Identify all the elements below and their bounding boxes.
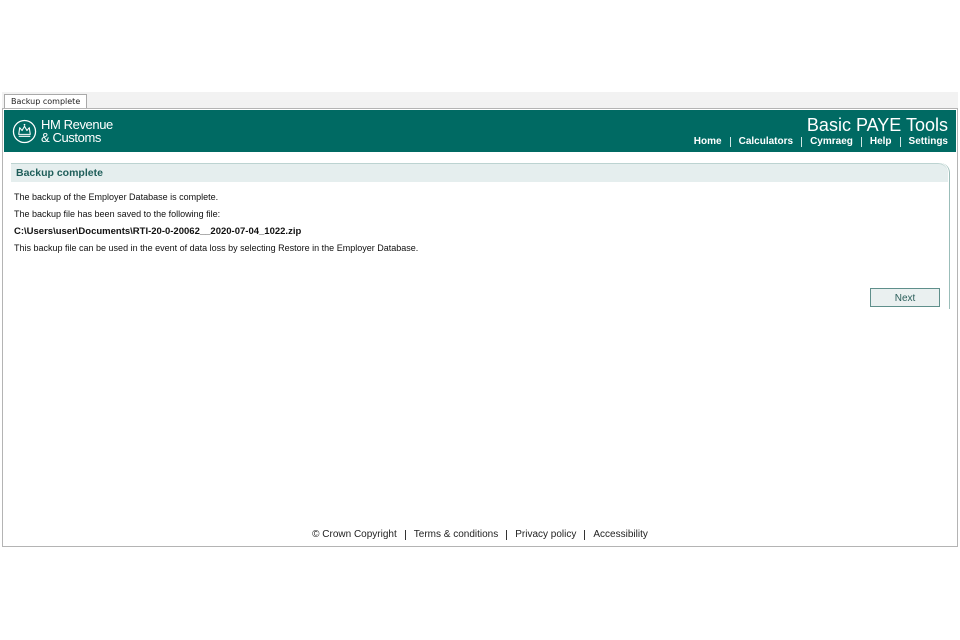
- backup-file-path: C:\Users\user\Documents\RTI-20-0-20062__…: [14, 226, 302, 237]
- backup-saved-message: The backup file has been saved to the fo…: [14, 209, 221, 219]
- nav-cymraeg[interactable]: Cymraeg: [810, 136, 853, 148]
- top-navigation: Home Calculators Cymraeg Help Settings: [694, 136, 948, 148]
- hmrc-logo: HM Revenue & Customs: [12, 117, 113, 145]
- crown-crest-icon: [12, 119, 37, 143]
- panel-title: Backup complete: [16, 167, 103, 179]
- nav-separator: [801, 137, 803, 147]
- tab-strip: Backup complete: [2, 92, 958, 109]
- backup-complete-panel: Backup complete The backup of the Employ…: [11, 163, 950, 309]
- nav-home[interactable]: Home: [694, 136, 722, 148]
- nav-settings[interactable]: Settings: [909, 136, 948, 148]
- app-window: Backup complete HM Revenue & Customs Bas…: [2, 92, 958, 547]
- tab-backup-complete[interactable]: Backup complete: [4, 94, 88, 109]
- header-banner: HM Revenue & Customs Basic PAYE Tools Ho…: [4, 110, 956, 152]
- next-button[interactable]: Next: [870, 288, 940, 307]
- nav-separator: [729, 137, 731, 147]
- restore-info-message: This backup file can be used in the even…: [14, 243, 419, 253]
- terms-conditions-link[interactable]: Terms & conditions: [414, 529, 498, 540]
- nav-calculators[interactable]: Calculators: [739, 136, 793, 148]
- nav-help[interactable]: Help: [870, 136, 892, 148]
- crown-copyright-link[interactable]: © Crown Copyright: [312, 529, 397, 540]
- accessibility-link[interactable]: Accessibility: [593, 529, 647, 540]
- footer-separator: [404, 529, 406, 540]
- panel-body: The backup of the Employer Database is c…: [14, 191, 934, 259]
- nav-separator: [860, 137, 862, 147]
- panel-header: Backup complete: [11, 163, 948, 182]
- privacy-policy-link[interactable]: Privacy policy: [515, 529, 576, 540]
- footer-separator: [584, 529, 586, 540]
- footer-separator: [506, 529, 508, 540]
- app-title: Basic PAYE Tools: [806, 115, 948, 135]
- backup-complete-message: The backup of the Employer Database is c…: [14, 192, 219, 202]
- nav-separator: [899, 137, 901, 147]
- content-frame: HM Revenue & Customs Basic PAYE Tools Ho…: [2, 108, 958, 547]
- footer: © Crown Copyright Terms & conditions Pri…: [3, 529, 957, 540]
- logo-line-2: & Customs: [41, 130, 101, 145]
